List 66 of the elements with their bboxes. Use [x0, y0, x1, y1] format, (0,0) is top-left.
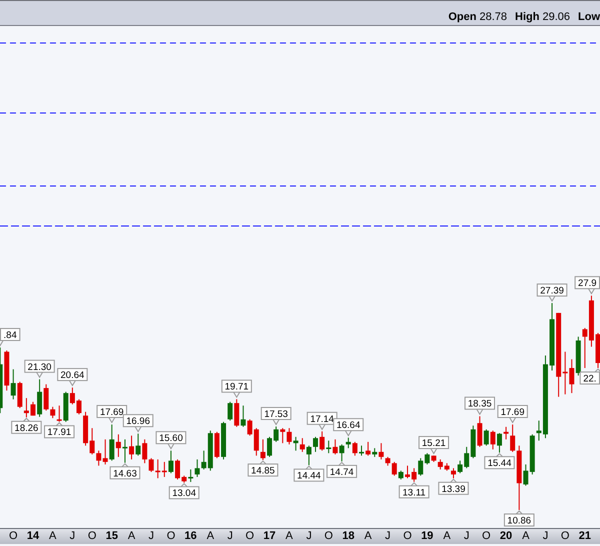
axis-label: O [324, 530, 333, 542]
candlestick [405, 465, 410, 479]
candlestick [596, 332, 600, 369]
axis-label: A [49, 530, 56, 542]
axis-label: J [227, 530, 233, 542]
axis-label: O [166, 530, 176, 542]
axis-label: J [148, 530, 154, 542]
axis-label: J [542, 530, 548, 542]
price-callout: 15.44 [484, 452, 515, 470]
price-callout: 18.35 [464, 396, 495, 416]
axis-label: 17 [263, 530, 276, 542]
axis-label: A [443, 530, 451, 542]
price-callout: 10.86 [504, 510, 534, 526]
stat-label: Open [448, 11, 476, 23]
axis-label: J [464, 530, 470, 542]
price-callout: 22. [580, 368, 600, 385]
axis-label: 16 [184, 530, 197, 542]
axis-label: A [364, 530, 372, 542]
axis-label: 19 [421, 530, 434, 542]
candlestick [359, 445, 364, 456]
axis-label: 20 [500, 530, 512, 542]
price-callout: 20.64 [57, 368, 88, 387]
axis-label: J [306, 530, 312, 542]
price-callout: 13.11 [398, 482, 430, 498]
axis-label: J [385, 530, 391, 542]
stat-value: 28.78 [479, 11, 508, 23]
stat-label: Low [578, 11, 600, 23]
stat-value: 29.06 [542, 11, 570, 23]
price-callout: 27.9 [574, 276, 600, 295]
candlestick [30, 401, 36, 416]
axis-label: A [522, 530, 530, 542]
axis-label: O [88, 530, 96, 542]
price-callout: 16.96 [122, 414, 154, 433]
price-callout: 14.85 [248, 460, 278, 477]
price-callout: 21.30 [24, 360, 55, 378]
price-callout: 17.53 [260, 407, 292, 426]
price-callout: 14.63 [110, 463, 140, 480]
price-callout: 18.26 [11, 418, 42, 434]
price-callout: 17.69 [497, 405, 528, 424]
axis-label: O [246, 530, 254, 542]
price-callout: 13.39 [438, 478, 469, 495]
axis-label: J [70, 530, 76, 542]
axis-label: O [403, 530, 412, 542]
axis-label: A [206, 530, 214, 542]
price-callout: 13.04 [168, 483, 200, 500]
candlestick [313, 436, 318, 452]
axis-label: O [482, 530, 491, 542]
price-callout: 15.21 [418, 436, 450, 455]
price-callout: 19.71 [221, 380, 252, 398]
axis-label: 18 [342, 530, 354, 542]
price-callout: 17.91 [44, 422, 75, 438]
price-callout: 14.44 [294, 465, 324, 482]
axis-label: 14 [26, 530, 40, 542]
price-callout: .84 [0, 328, 20, 346]
candlestick [76, 398, 82, 415]
stat-label: High [515, 11, 540, 23]
price-callout: 16.64 [333, 418, 364, 437]
axis-label: O [9, 530, 18, 542]
price-callout: 27.39 [536, 284, 568, 302]
axis-label: O [560, 530, 570, 542]
axis-label: 21 [578, 530, 591, 542]
axis-label: 15 [106, 530, 118, 542]
price-callout: 15.60 [156, 431, 186, 450]
axis-label: A [128, 530, 136, 542]
axis-label: A [286, 530, 293, 542]
price-callout: 14.74 [326, 462, 358, 478]
